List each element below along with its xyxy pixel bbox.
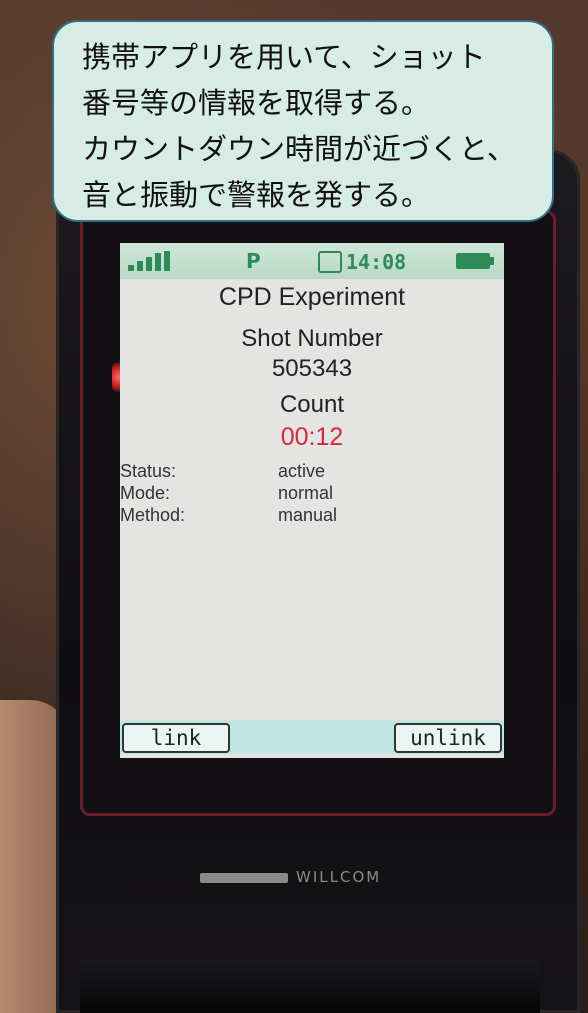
shot-number-value: 505343	[271, 355, 353, 382]
callout-line-1: 携帯アプリを用いて、ショット	[82, 40, 486, 74]
callout-bubble: 携帯アプリを用いて、ショット 番号等の情報を取得する。 カウントダウン時間が近づ…	[52, 20, 554, 222]
link-softkey[interactable]: link	[122, 723, 230, 753]
method-key: Method:	[120, 505, 186, 525]
phone-hinge	[80, 960, 540, 1013]
info-row-method: Method: manual	[120, 505, 504, 529]
app-title: CPD Experiment	[218, 283, 406, 311]
phone-screen: P 14:08 CPD Experiment Shot Number 50534…	[120, 243, 504, 758]
battery-icon	[456, 253, 494, 269]
logo-mark-icon	[200, 872, 288, 883]
count-label: Count	[279, 391, 345, 418]
mode-value: normal	[278, 483, 334, 503]
clock-icon	[318, 251, 342, 273]
mode-key: Mode:	[120, 483, 171, 503]
method-value: manual	[278, 505, 338, 525]
unlink-softkey[interactable]: unlink	[394, 723, 502, 753]
callout-line-4: 音と振動で警報を発する。	[82, 178, 431, 212]
softkey-bar: link unlink	[120, 720, 504, 754]
callout-line-3: カウントダウン時間が近づくと、	[82, 132, 516, 166]
status-key: Status:	[120, 461, 177, 481]
brand-name: WILLCOM	[296, 868, 382, 886]
status-bar: P 14:08	[120, 243, 504, 279]
info-row-status: Status: active	[120, 461, 504, 485]
p-icon: P	[246, 249, 261, 273]
antenna-icon	[128, 251, 174, 271]
info-row-mode: Mode: normal	[120, 483, 504, 507]
shot-number-label: Shot Number	[241, 325, 383, 352]
status-value: active	[278, 461, 326, 481]
brand-logo: WILLCOM	[200, 868, 440, 892]
clock-time: 14:08	[346, 250, 407, 274]
count-value: 00:12	[280, 423, 344, 451]
callout-line-2: 番号等の情報を取得する。	[82, 86, 431, 120]
